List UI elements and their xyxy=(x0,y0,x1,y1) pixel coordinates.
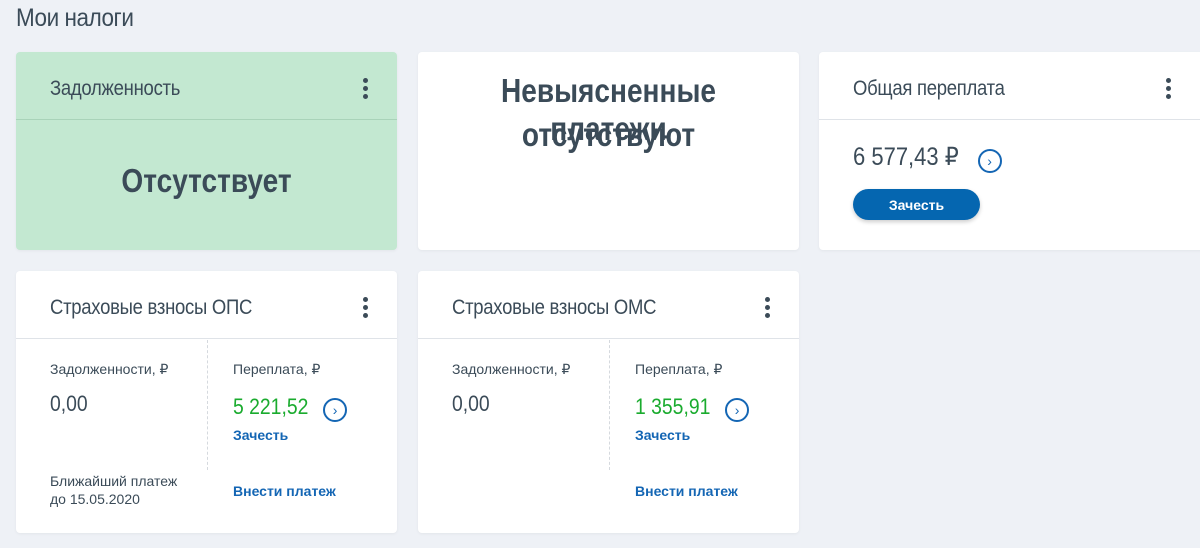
overpay-label: Переплата, ₽ xyxy=(233,361,321,377)
offset-button[interactable]: Зачесть xyxy=(853,189,980,220)
page-title: Мои налоги xyxy=(16,4,134,32)
debt-value: 0,00 xyxy=(50,391,88,416)
overpayment-title: Общая переплата xyxy=(853,77,1005,100)
more-menu-icon[interactable] xyxy=(363,78,369,100)
unclear-payments-card: Невыясненные платежи отсутствуют xyxy=(418,52,799,250)
more-menu-icon[interactable] xyxy=(1166,78,1172,100)
debt-label: Задолженности, ₽ xyxy=(50,361,169,377)
debt-card-title: Задолженность xyxy=(50,77,181,100)
overpay-label: Переплата, ₽ xyxy=(635,361,723,377)
ops-title: Страховые взносы ОПС xyxy=(50,296,253,319)
overpay-value: 5 221,52 xyxy=(233,394,309,419)
chevron-right-icon[interactable]: › xyxy=(977,148,1002,173)
next-payment-date: до 15.05.2020 xyxy=(50,491,140,507)
offset-link[interactable]: Зачесть xyxy=(233,427,288,443)
more-menu-icon[interactable] xyxy=(765,297,771,319)
unclear-line2: отсутствуют xyxy=(521,116,696,153)
oms-title: Страховые взносы ОМС xyxy=(452,296,657,319)
overpayment-amount: 6 577,43 ₽ xyxy=(853,143,959,171)
debt-card: Задолженность Отсутствует xyxy=(16,52,397,250)
debt-value: 0,00 xyxy=(452,391,490,416)
overpay-value: 1 355,91 xyxy=(635,394,711,419)
chevron-right-icon[interactable]: › xyxy=(725,397,750,422)
debt-label: Задолженности, ₽ xyxy=(452,361,571,377)
make-payment-link[interactable]: Внести платеж xyxy=(635,483,738,499)
debt-status: Отсутствует xyxy=(121,162,292,199)
offset-link[interactable]: Зачесть xyxy=(635,427,690,443)
make-payment-link[interactable]: Внести платеж xyxy=(233,483,336,499)
more-menu-icon[interactable] xyxy=(363,297,369,319)
ops-card: Страховые взносы ОПС Задолженности, ₽ 0,… xyxy=(16,271,397,533)
oms-card: Страховые взносы ОМС Задолженности, ₽ 0,… xyxy=(418,271,799,533)
divider xyxy=(609,340,610,470)
chevron-right-icon[interactable]: › xyxy=(323,397,348,422)
divider xyxy=(207,340,208,470)
next-payment-label: Ближайший платеж xyxy=(50,473,178,489)
overpayment-card: Общая переплата 6 577,43 ₽ › Зачесть xyxy=(819,52,1200,250)
